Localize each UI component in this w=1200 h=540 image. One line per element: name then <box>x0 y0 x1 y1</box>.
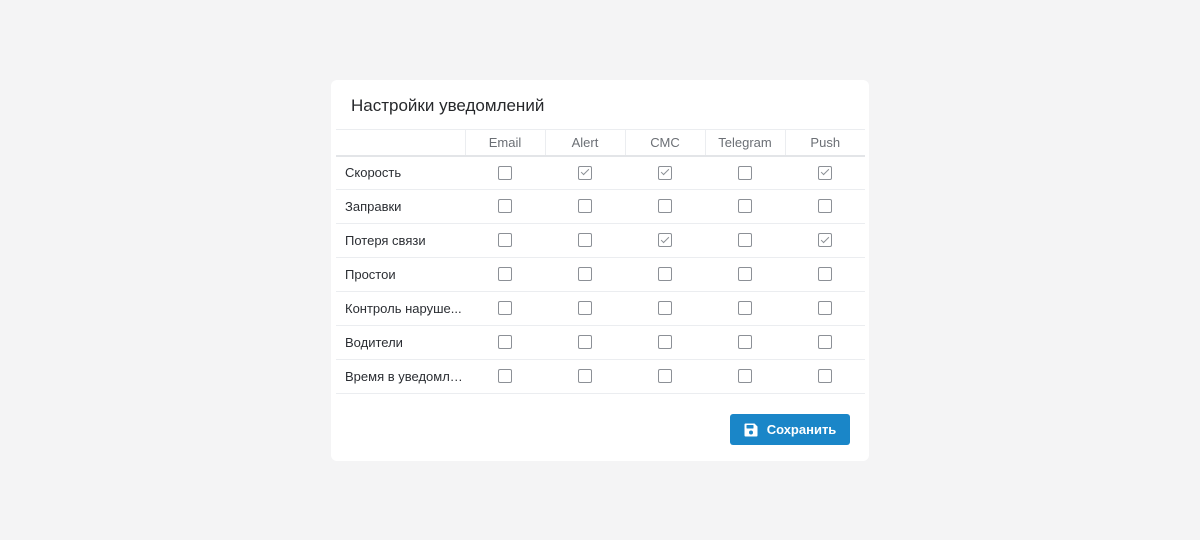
checkbox-cell <box>545 325 625 360</box>
checkbox[interactable] <box>738 233 752 248</box>
checkbox[interactable] <box>578 301 592 316</box>
column-header: Alert <box>544 129 625 157</box>
table-row: Водители <box>336 325 865 360</box>
checkbox[interactable] <box>498 301 512 316</box>
checkbox[interactable] <box>658 165 672 180</box>
checkbox-cell <box>625 325 705 360</box>
checkbox-cell <box>785 155 865 190</box>
checkbox-cell <box>625 155 705 190</box>
checkbox-cell <box>465 155 545 190</box>
checkbox-cell <box>465 325 545 360</box>
checkbox[interactable] <box>658 199 672 214</box>
row-label: Контроль наруше... <box>336 291 465 326</box>
checkbox[interactable] <box>818 199 832 214</box>
row-label: Водители <box>336 325 465 360</box>
checkbox[interactable] <box>738 335 752 350</box>
table-row: Контроль наруше... <box>336 291 865 326</box>
checkbox[interactable] <box>658 369 672 384</box>
column-header: СМС <box>624 129 705 157</box>
checkbox-cell <box>545 189 625 224</box>
checkbox-cell <box>545 291 625 326</box>
column-header: Telegram <box>704 129 785 157</box>
checkbox[interactable] <box>658 301 672 316</box>
notification-matrix: Email Alert СМС Telegram Push Скорость За… <box>336 129 865 394</box>
checkbox-cell <box>705 291 785 326</box>
checkbox[interactable] <box>578 199 592 214</box>
floppy-disk-icon <box>744 423 758 437</box>
row-label: Простои <box>336 257 465 292</box>
checkbox-cell <box>785 189 865 224</box>
row-label: Время в уведомле... <box>336 359 465 394</box>
checkbox[interactable] <box>578 369 592 384</box>
card-title: Настройки уведомлений <box>351 96 545 115</box>
checkbox-cell <box>705 257 785 292</box>
checkbox[interactable] <box>818 165 832 180</box>
header-row: Email Alert СМС Telegram Push <box>336 129 865 157</box>
table-row: Простои <box>336 257 865 292</box>
checkbox-cell <box>465 257 545 292</box>
checkbox[interactable] <box>738 199 752 214</box>
checkbox[interactable] <box>738 267 752 282</box>
checkbox-cell <box>545 155 625 190</box>
checkbox[interactable] <box>738 301 752 316</box>
checkbox[interactable] <box>738 165 752 180</box>
column-header: Email <box>464 129 545 157</box>
checkbox[interactable] <box>578 233 592 248</box>
checkbox-cell <box>465 291 545 326</box>
checkbox-cell <box>785 325 865 360</box>
save-button[interactable]: Сохранить <box>730 414 850 445</box>
checkbox[interactable] <box>498 199 512 214</box>
checkbox[interactable] <box>818 267 832 282</box>
column-header: Push <box>784 129 865 157</box>
checkbox-cell <box>545 359 625 394</box>
header-corner <box>336 129 465 157</box>
checkbox-cell <box>785 291 865 326</box>
checkbox[interactable] <box>818 369 832 384</box>
checkbox[interactable] <box>818 233 832 248</box>
checkbox[interactable] <box>658 335 672 350</box>
checkbox-cell <box>625 189 705 224</box>
checkbox[interactable] <box>498 267 512 282</box>
checkbox-cell <box>625 223 705 258</box>
checkbox-cell <box>785 223 865 258</box>
checkbox[interactable] <box>498 165 512 180</box>
checkbox-cell <box>705 359 785 394</box>
checkbox-cell <box>625 257 705 292</box>
checkbox[interactable] <box>818 301 832 316</box>
checkbox-cell <box>785 359 865 394</box>
checkbox-cell <box>705 223 785 258</box>
checkbox[interactable] <box>498 369 512 384</box>
checkbox[interactable] <box>658 233 672 248</box>
checkbox-cell <box>545 257 625 292</box>
checkbox-cell <box>705 155 785 190</box>
notification-settings-card: Настройки уведомлений Email Alert СМС Te… <box>331 80 869 461</box>
checkbox-cell <box>465 359 545 394</box>
checkbox[interactable] <box>498 335 512 350</box>
save-button-label: Сохранить <box>766 422 837 437</box>
checkbox[interactable] <box>658 267 672 282</box>
checkbox[interactable] <box>738 369 752 384</box>
checkbox[interactable] <box>818 335 832 350</box>
checkbox[interactable] <box>578 267 592 282</box>
checkbox[interactable] <box>578 165 592 180</box>
checkbox-cell <box>545 223 625 258</box>
checkbox-cell <box>785 257 865 292</box>
row-label: Заправки <box>336 189 465 224</box>
checkbox-cell <box>465 223 545 258</box>
table-row: Время в уведомле... <box>336 359 865 394</box>
checkbox[interactable] <box>498 233 512 248</box>
checkbox[interactable] <box>578 335 592 350</box>
table-row: Заправки <box>336 189 865 224</box>
checkbox-cell <box>625 359 705 394</box>
checkbox-cell <box>465 189 545 224</box>
row-label: Скорость <box>336 155 465 190</box>
table-row: Скорость <box>336 155 865 190</box>
table-row: Потеря связи <box>336 223 865 258</box>
row-label: Потеря связи <box>336 223 465 258</box>
checkbox-cell <box>705 189 785 224</box>
checkbox-cell <box>625 291 705 326</box>
checkbox-cell <box>705 325 785 360</box>
